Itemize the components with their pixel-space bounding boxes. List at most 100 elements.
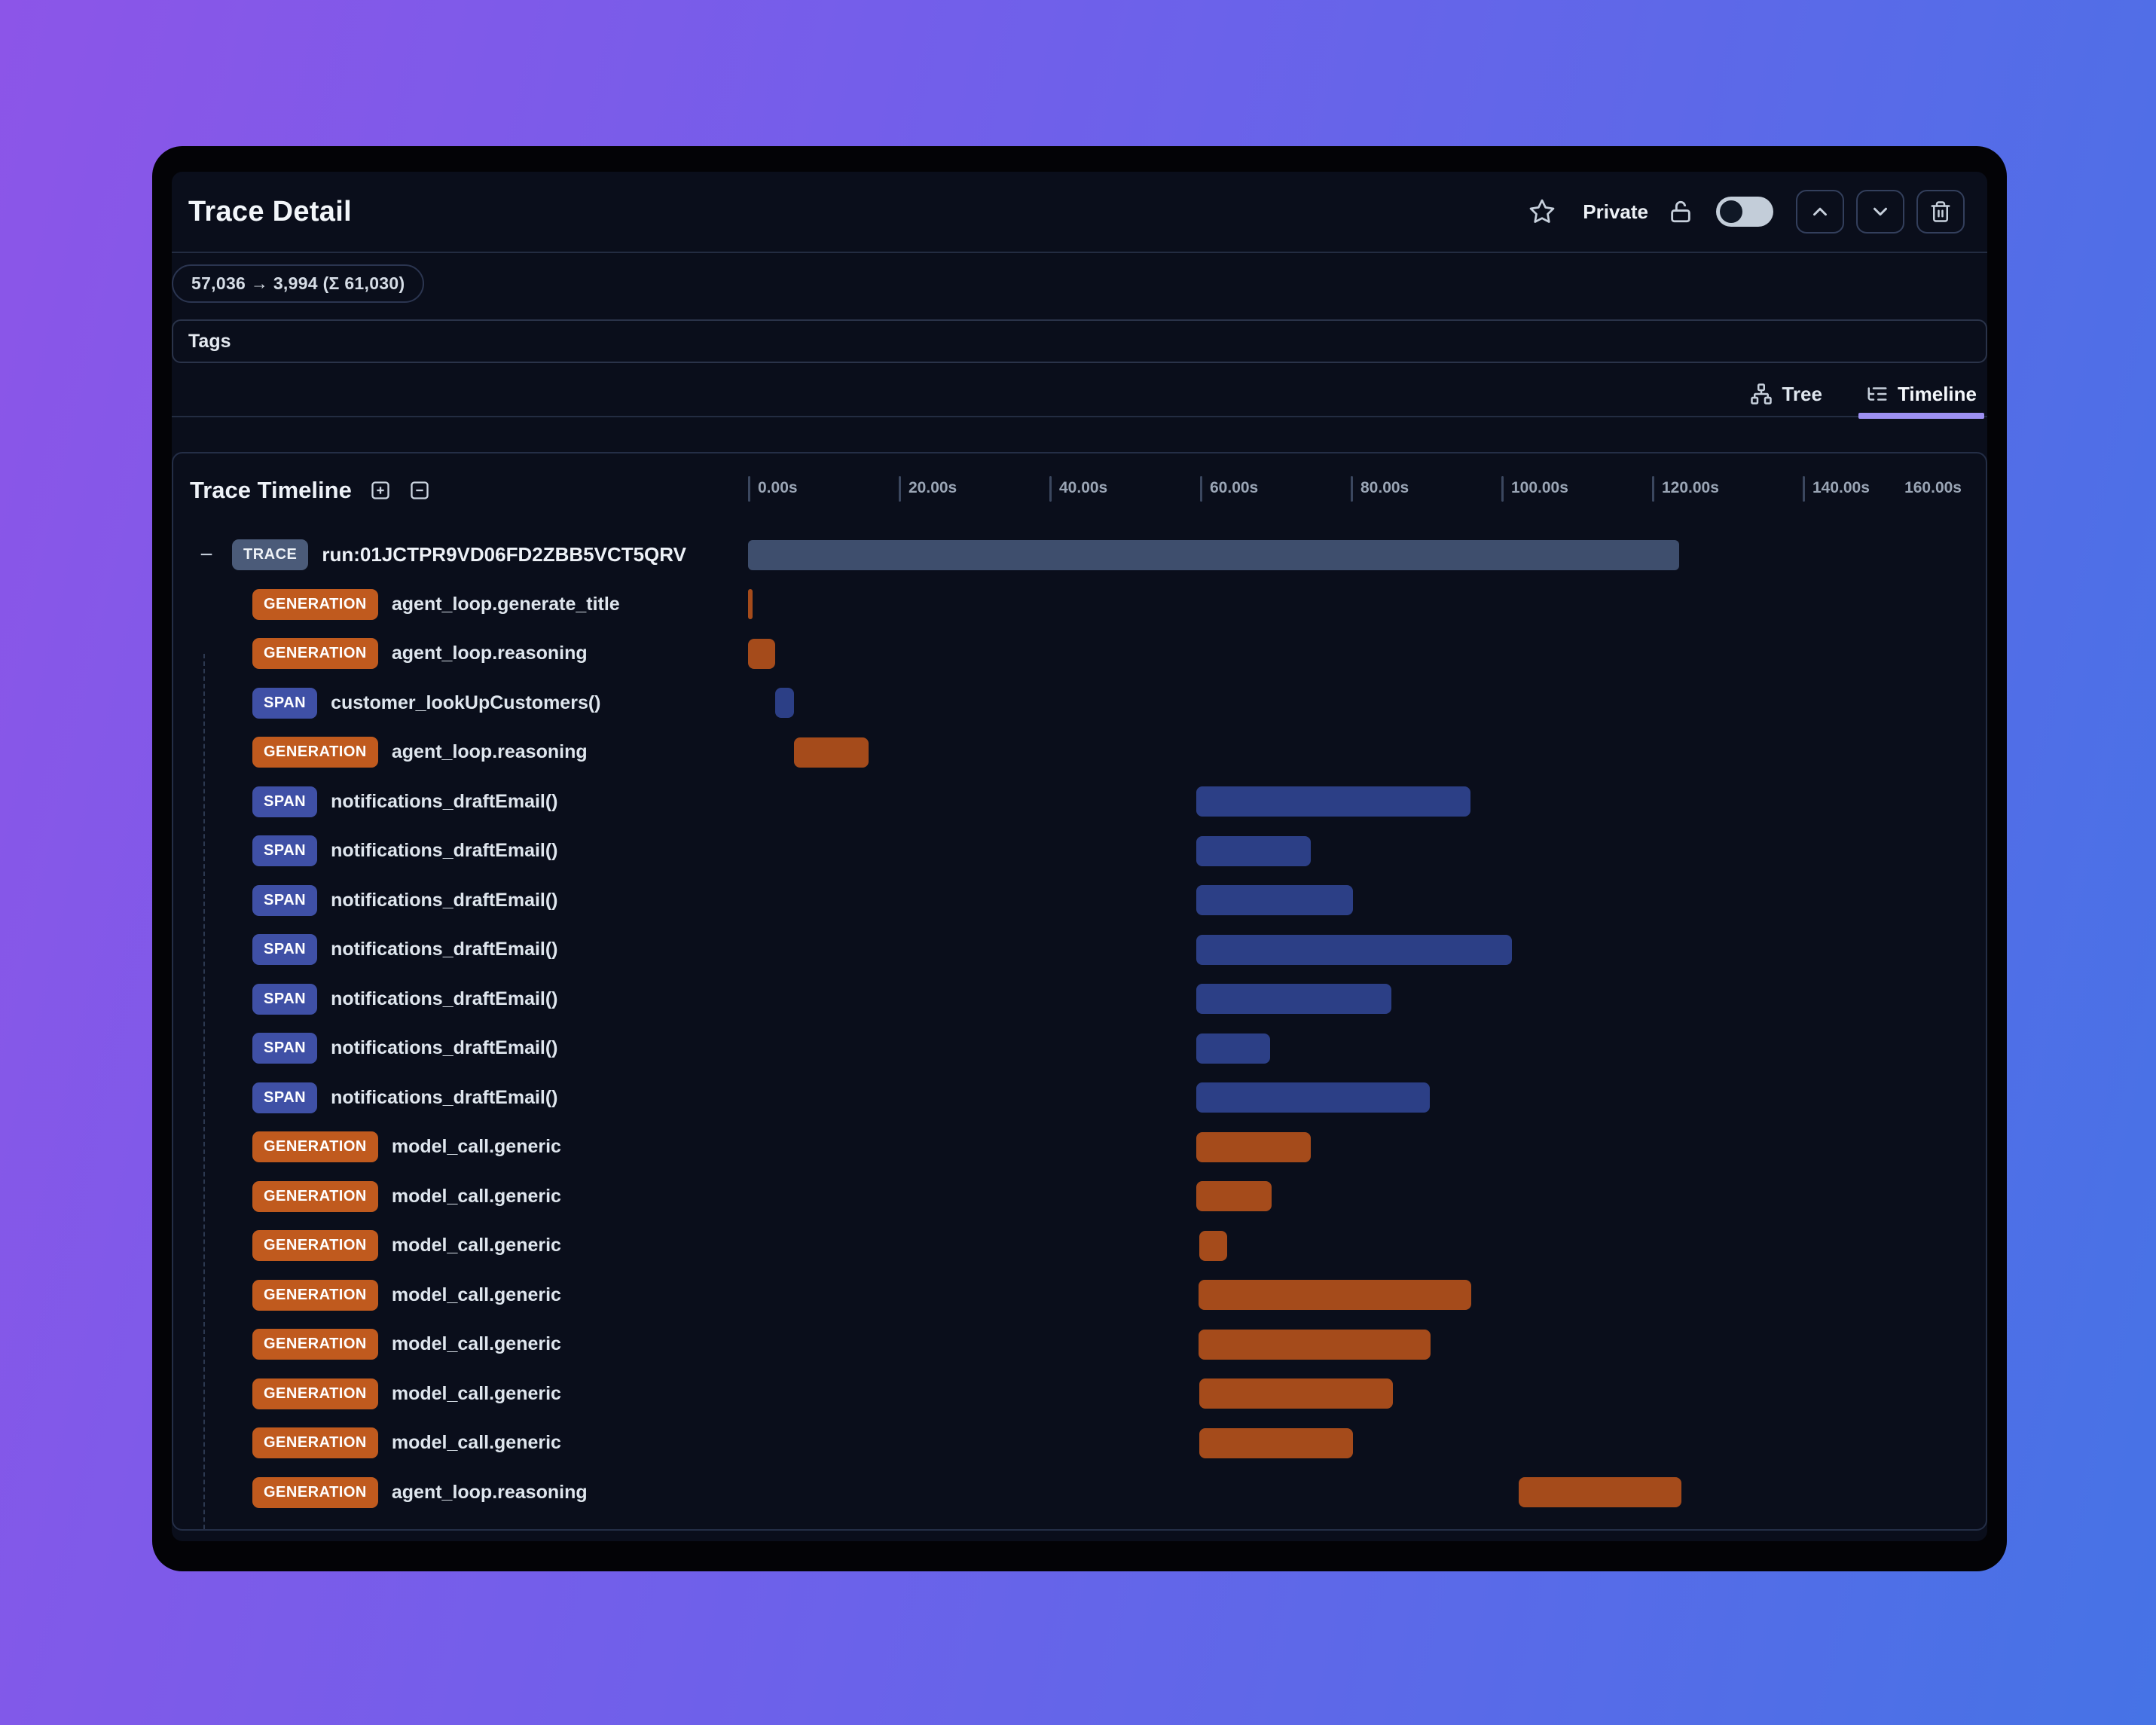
observation-label: agent_loop.reasoning xyxy=(391,741,588,763)
page-title: Trace Detail xyxy=(188,195,352,227)
delete-button[interactable] xyxy=(1916,190,1965,234)
axis-tick-line xyxy=(1200,476,1202,502)
duration-bar[interactable] xyxy=(794,737,869,768)
tab-timeline[interactable]: Timeline xyxy=(1858,372,1985,419)
observation-type-badge: SPAN xyxy=(252,884,318,916)
timeline-row[interactable]: GENERATION model_call.generic xyxy=(173,1221,1986,1271)
token-usage-badge: 57,036 → 3,994 (Σ 61,030) xyxy=(172,264,425,303)
timeline-rows: − TRACE run:01JCTPR9VD06FD2ZBB5VCT5QRV GENE… xyxy=(173,527,1986,1529)
duration-bar[interactable] xyxy=(748,589,753,620)
axis-tick: 80.00s xyxy=(1351,476,1409,502)
tab-timeline-label: Timeline xyxy=(1897,382,1977,405)
axis-tick: 140.00s xyxy=(1803,476,1870,502)
timeline-row[interactable]: GENERATION model_call.generic xyxy=(173,1369,1986,1419)
timeline-row[interactable]: SPAN notifications_draftEmail() xyxy=(173,975,1986,1024)
observation-type-badge: SPAN xyxy=(252,786,318,817)
observation-type-badge: SPAN xyxy=(252,687,318,719)
timeline-row[interactable]: GENERATION model_call.generic xyxy=(173,1418,1986,1468)
duration-bar[interactable] xyxy=(775,688,794,719)
observation-type-badge: GENERATION xyxy=(252,1131,378,1163)
timeline-row[interactable]: SPAN customer_lookUpCustomers() xyxy=(173,679,1986,728)
observation-type-badge: GENERATION xyxy=(252,1230,378,1262)
observation-label: notifications_draftEmail() xyxy=(331,889,558,911)
observation-label: notifications_draftEmail() xyxy=(331,1037,558,1059)
timeline-row[interactable]: SPAN notifications_draftEmail() xyxy=(173,1073,1986,1123)
duration-bar[interactable] xyxy=(1196,1181,1272,1212)
duration-bar[interactable] xyxy=(748,638,775,669)
expand-all-rows-icon[interactable] xyxy=(370,480,391,501)
list-tree-icon xyxy=(1866,383,1889,405)
axis-tick-line xyxy=(899,476,901,502)
axis-tick: 100.00s xyxy=(1501,476,1568,502)
duration-bar[interactable] xyxy=(1199,1378,1393,1409)
duration-bar[interactable] xyxy=(1199,1280,1471,1311)
duration-bar[interactable] xyxy=(1199,1427,1353,1458)
timeline-row[interactable]: SPAN notifications_draftEmail() xyxy=(173,826,1986,876)
duration-bar[interactable] xyxy=(1196,786,1470,817)
star-icon[interactable] xyxy=(1528,198,1556,225)
duration-bar[interactable] xyxy=(1196,1033,1270,1064)
tags-section[interactable]: Tags xyxy=(172,319,1987,363)
observation-label: model_call.generic xyxy=(391,1284,561,1305)
observation-type-badge: SPAN xyxy=(252,983,318,1015)
timeline-row[interactable]: SPAN notifications_draftEmail() xyxy=(173,876,1986,926)
axis-tick-line xyxy=(1351,476,1353,502)
observation-label: model_call.generic xyxy=(391,1382,561,1404)
privacy-toggle[interactable] xyxy=(1716,197,1773,227)
timeline-row[interactable]: GENERATION agent_loop.generate_title xyxy=(173,580,1986,630)
timeline-row[interactable]: SPAN notifications_draftEmail() xyxy=(173,925,1986,975)
timeline-row[interactable]: GENERATION model_call.generic xyxy=(173,1271,1986,1320)
duration-bar[interactable] xyxy=(1199,1329,1431,1360)
observation-label: agent_loop.generate_title xyxy=(391,593,620,615)
observation-label: notifications_draftEmail() xyxy=(331,939,558,960)
axis-tick-label: 60.00s xyxy=(1210,479,1259,496)
observation-type-badge: GENERATION xyxy=(252,737,378,768)
timeline-row[interactable]: GENERATION agent_loop.reasoning xyxy=(173,1468,1986,1518)
duration-bar[interactable] xyxy=(1196,934,1512,965)
duration-bar[interactable] xyxy=(1196,835,1311,866)
observation-label: model_call.generic xyxy=(391,1333,561,1355)
timeline-title: Trace Timeline xyxy=(190,477,352,503)
observation-type-badge: SPAN xyxy=(252,934,318,966)
timeline-row[interactable]: SPAN notifications_draftEmail() xyxy=(173,1024,1986,1073)
timeline-row[interactable]: SPAN notifications_draftEmail() xyxy=(173,777,1986,827)
trace-timeline-card: Trace Timeline 0.00s 20.00s 40.00s 60.00s 80… xyxy=(172,452,1987,1531)
observation-type-badge: SPAN xyxy=(252,835,318,867)
duration-bar[interactable] xyxy=(748,539,1679,570)
duration-bar[interactable] xyxy=(1196,984,1391,1015)
observation-label: model_call.generic xyxy=(391,1235,561,1256)
duration-bar[interactable] xyxy=(1196,1131,1311,1162)
observation-type-badge: SPAN xyxy=(252,1082,318,1113)
duration-bar[interactable] xyxy=(1196,885,1353,916)
tab-tree[interactable]: Tree xyxy=(1750,372,1822,416)
collapse-row-toggle[interactable]: − xyxy=(193,543,220,566)
observation-type-badge: GENERATION xyxy=(252,1279,378,1311)
expand-all-button[interactable] xyxy=(1856,190,1904,234)
duration-bar[interactable] xyxy=(1196,1082,1430,1113)
timeline-row[interactable]: GENERATION agent_loop.reasoning xyxy=(173,728,1986,777)
header-controls: Private xyxy=(1528,190,1965,234)
timeline-row[interactable]: GENERATION model_call.generic xyxy=(173,1172,1986,1222)
observation-label: notifications_draftEmail() xyxy=(331,1086,558,1108)
tree-icon xyxy=(1750,383,1773,405)
collapse-all-button[interactable] xyxy=(1796,190,1844,234)
timeline-row[interactable]: GENERATION agent_loop.reasoning xyxy=(173,629,1986,679)
duration-bar[interactable] xyxy=(1199,1230,1227,1261)
observation-label: notifications_draftEmail() xyxy=(331,790,558,812)
axis-end-label: 160.00s xyxy=(1904,479,1962,496)
axis-tick-line xyxy=(1049,476,1052,502)
axis-tick-label: 140.00s xyxy=(1812,479,1870,496)
duration-bar[interactable] xyxy=(1519,1477,1681,1508)
timeline-row[interactable]: GENERATION model_call.generic xyxy=(173,1320,1986,1369)
timeline-row[interactable]: GENERATION model_call.generic xyxy=(173,1122,1986,1172)
view-tabs: Tree Timeline xyxy=(172,372,1987,419)
timeline-row[interactable]: − TRACE run:01JCTPR9VD06FD2ZBB5VCT5QRV xyxy=(173,530,1986,580)
axis-tick-line xyxy=(1652,476,1654,502)
observation-label: run:01JCTPR9VD06FD2ZBB5VCT5QRV xyxy=(322,543,686,566)
axis-tick-line xyxy=(1501,476,1504,502)
chevron-up-icon xyxy=(1809,200,1831,223)
axis-tick-label: 40.00s xyxy=(1059,479,1108,496)
observation-label: model_call.generic xyxy=(391,1432,561,1454)
collapse-all-rows-icon[interactable] xyxy=(409,480,430,501)
privacy-label: Private xyxy=(1583,200,1648,223)
